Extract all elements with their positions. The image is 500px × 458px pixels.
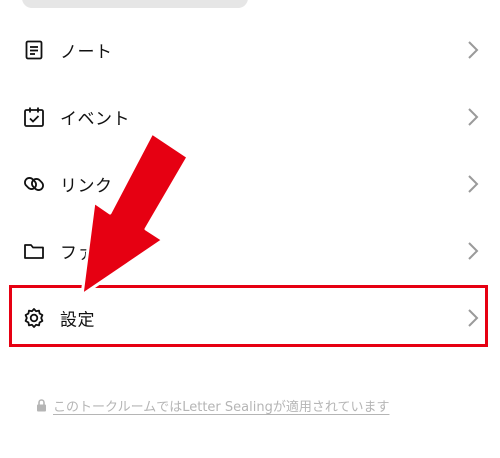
gear-icon — [22, 306, 46, 330]
menu-item-settings[interactable]: 設定 — [0, 284, 500, 351]
folder-icon — [22, 239, 46, 263]
menu-list: ノート イベント リンク ファイル 設定 — [0, 16, 500, 351]
chevron-right-icon — [466, 40, 480, 60]
chevron-right-icon — [466, 241, 480, 261]
menu-item-label: イベント — [60, 109, 130, 129]
lock-icon — [36, 399, 48, 413]
chevron-right-icon — [466, 107, 480, 127]
menu-item-label: リンク — [60, 176, 113, 196]
menu-item-event[interactable]: イベント — [0, 83, 500, 150]
menu-item-label: 設定 — [60, 310, 95, 330]
menu-item-label: ファイル — [60, 243, 130, 263]
menu-item-file[interactable]: ファイル — [0, 217, 500, 284]
chevron-right-icon — [466, 308, 480, 328]
footer-note[interactable]: このトークルームではLetter Sealingが適用されています — [36, 396, 389, 415]
chevron-right-icon — [466, 174, 480, 194]
menu-item-note[interactable]: ノート — [0, 16, 500, 83]
letter-sealing-link[interactable]: このトークルームではLetter Sealingが適用されています — [53, 396, 389, 415]
menu-item-label: ノート — [60, 42, 113, 62]
menu-item-link[interactable]: リンク — [0, 150, 500, 217]
link-icon — [22, 172, 46, 196]
note-icon — [22, 38, 46, 62]
top-pill — [22, 0, 248, 8]
calendar-check-icon — [22, 105, 46, 129]
